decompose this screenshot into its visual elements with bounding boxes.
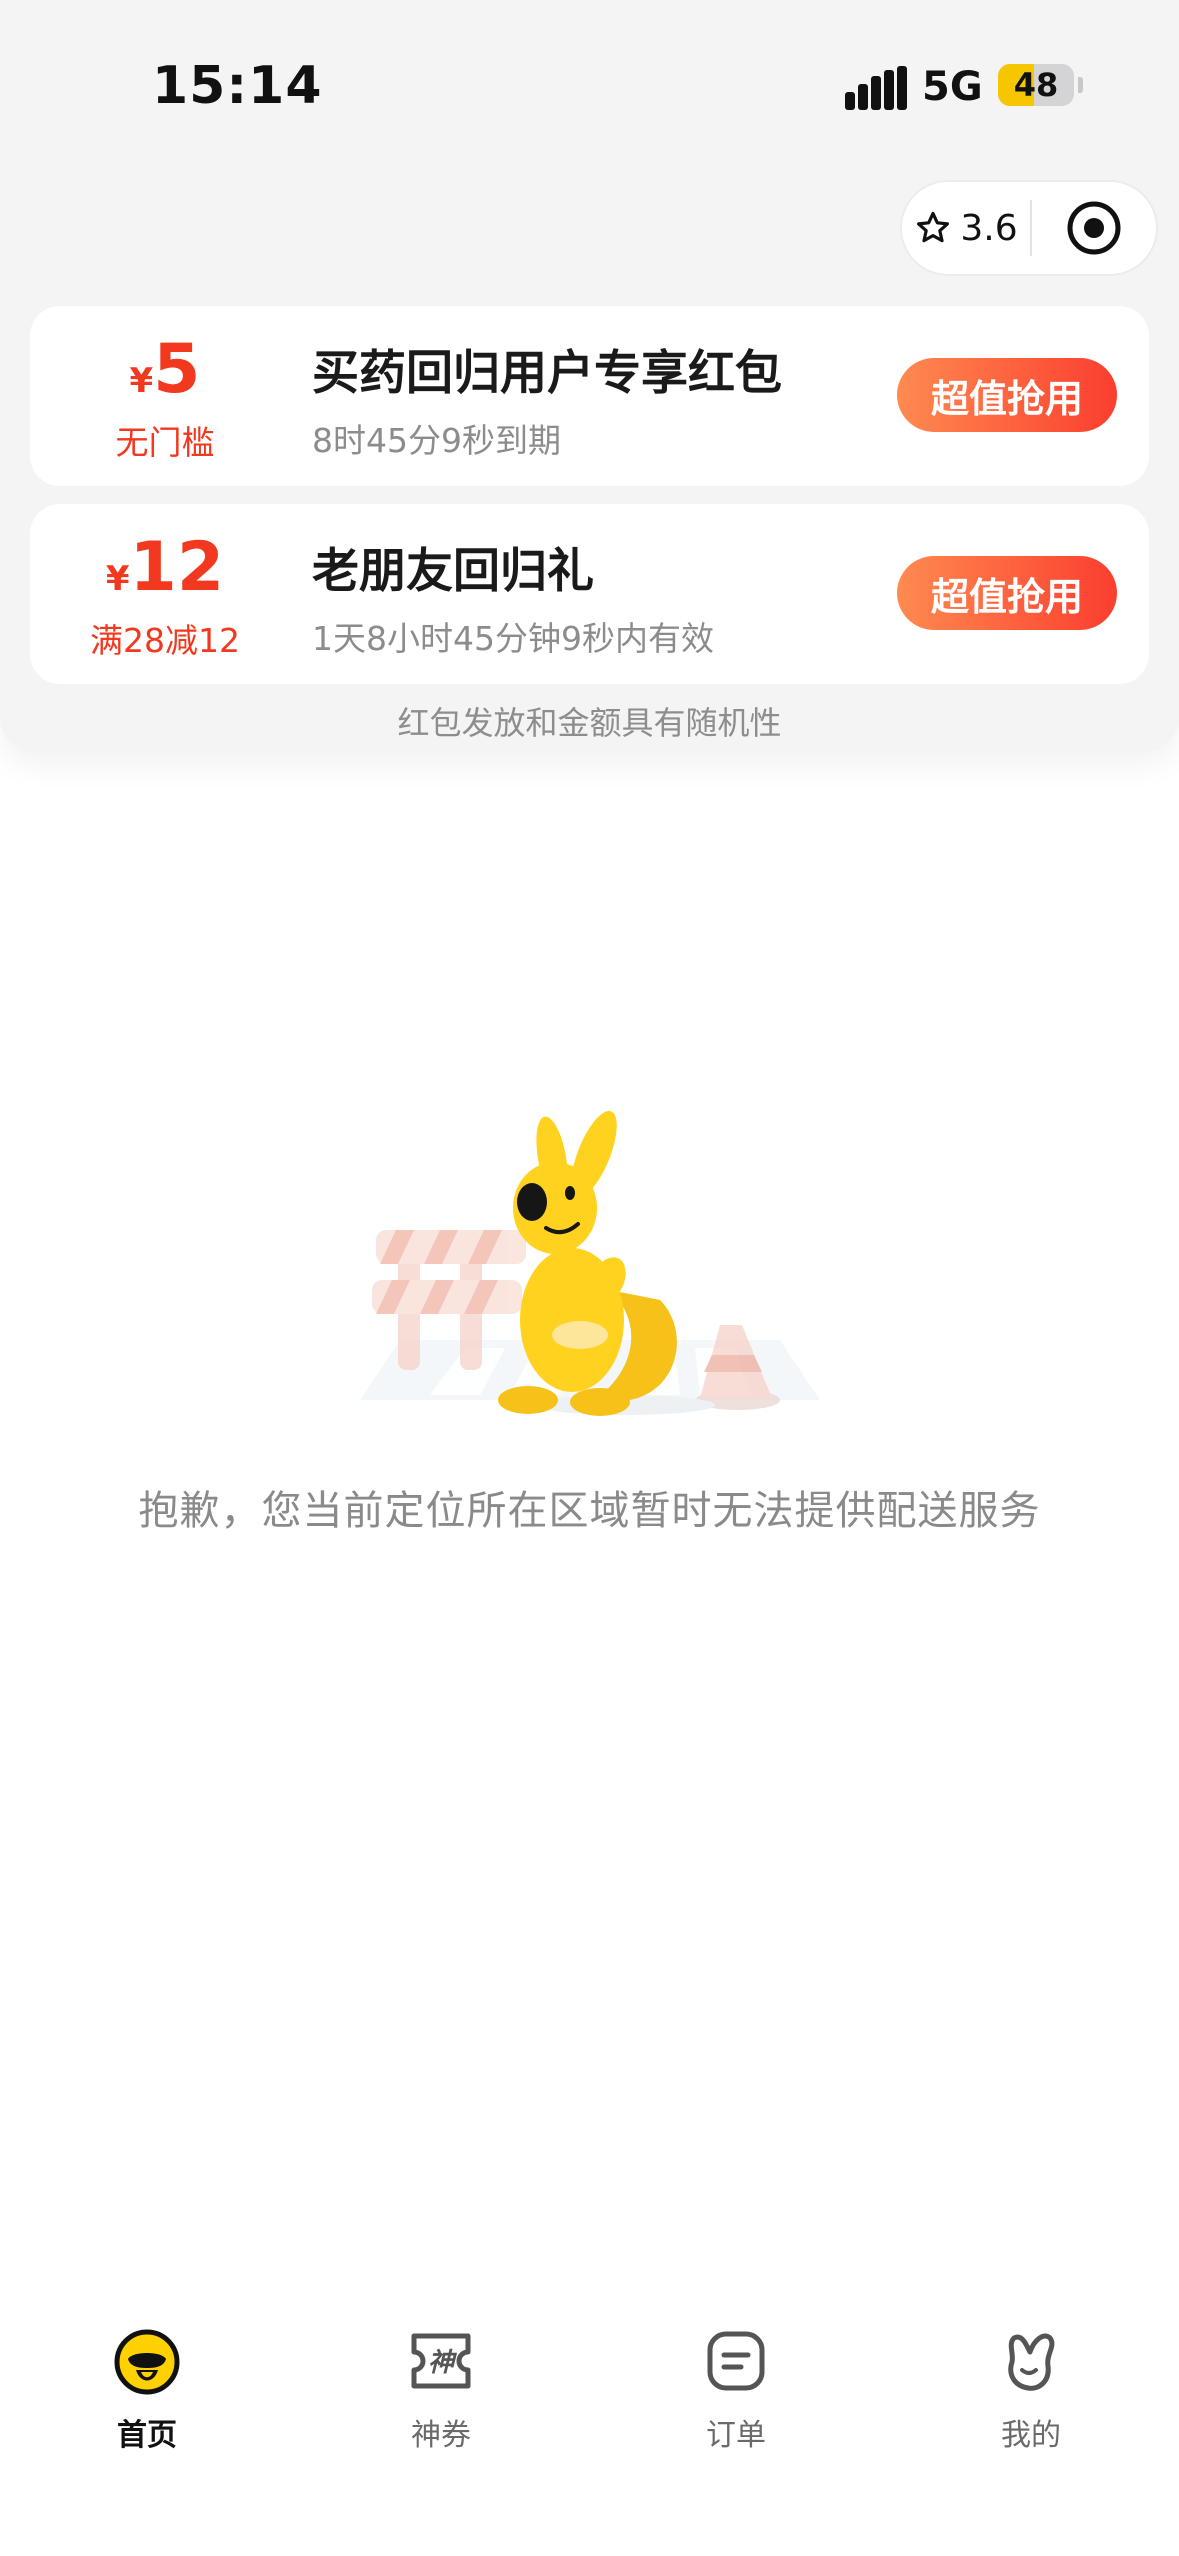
- grab-coupon-button[interactable]: 超值抢用: [897, 556, 1117, 630]
- currency-symbol: ¥: [129, 361, 154, 401]
- status-time: 15:14: [152, 56, 323, 116]
- rating-button[interactable]: 3.6: [902, 182, 1030, 274]
- tab-label: 订单: [706, 2418, 766, 2453]
- battery-percent: 48: [1013, 66, 1059, 104]
- miniprogram-capsule: 3.6: [900, 180, 1158, 276]
- app-screen: 15:14 5G 48 3.6 ¥5 无门槛 买药回归用户专享红包 8时45分9…: [0, 0, 1179, 2556]
- tab-label: 我的: [1001, 2418, 1061, 2453]
- coupon-panel: 15:14 5G 48 3.6 ¥5 无门槛 买药回归用户专享红包 8时45分9…: [0, 0, 1179, 752]
- bottom-tab-bar: 首页 神 神券 订单 我的: [0, 2310, 1179, 2556]
- tab-label: 首页: [117, 2418, 177, 2453]
- target-icon: [1067, 201, 1121, 255]
- empty-state-message: 抱歉，您当前定位所在区域暂时无法提供配送服务: [138, 1488, 1041, 1534]
- coupon-amount: ¥5: [30, 330, 300, 410]
- signal-icon: [845, 66, 907, 110]
- voucher-icon: 神: [411, 2333, 471, 2389]
- kangaroo-construction-illustration: [360, 1110, 820, 1416]
- coupon-card: ¥12 满28减12 老朋友回归礼 1天8小时45分钟9秒内有效 超值抢用: [30, 504, 1149, 684]
- coupon-value: 5: [153, 330, 201, 409]
- tab-label: 神券: [411, 2418, 471, 2453]
- coupon-amount: ¥12: [30, 528, 300, 608]
- profile-kangaroo-icon: [1008, 2333, 1055, 2391]
- grab-coupon-button[interactable]: 超值抢用: [897, 358, 1117, 432]
- battery-tip: [1078, 77, 1083, 93]
- coupon-expiry: 1天8小时45分钟9秒内有效: [312, 619, 714, 658]
- home-duck-icon: [114, 2329, 180, 2395]
- tab-orders[interactable]: 订单: [656, 2326, 816, 2466]
- coupon-expiry: 8时45分9秒到期: [312, 421, 561, 460]
- coupon-card: ¥5 无门槛 买药回归用户专享红包 8时45分9秒到期 超值抢用: [30, 306, 1149, 486]
- tab-home[interactable]: 首页: [67, 2326, 227, 2466]
- network-type: 5G: [922, 64, 983, 110]
- battery-icon: 48: [998, 64, 1074, 106]
- svg-text:神: 神: [428, 2348, 458, 2378]
- tab-profile[interactable]: 我的: [951, 2326, 1111, 2466]
- rating-value: 3.6: [960, 207, 1018, 249]
- coupon-title: 买药回归用户专享红包: [312, 346, 782, 401]
- coupon-condition: 无门槛: [115, 423, 215, 462]
- order-icon: [707, 2331, 765, 2391]
- close-miniprogram-button[interactable]: [1032, 199, 1156, 257]
- currency-symbol: ¥: [105, 559, 130, 599]
- star-icon: [917, 211, 950, 243]
- coupon-value: 12: [129, 528, 225, 607]
- tab-voucher[interactable]: 神 神券: [361, 2326, 521, 2466]
- coupon-condition: 满28减12: [90, 621, 240, 660]
- random-amount-notice: 红包发放和金额具有随机性: [397, 704, 782, 742]
- coupon-title: 老朋友回归礼: [312, 544, 594, 599]
